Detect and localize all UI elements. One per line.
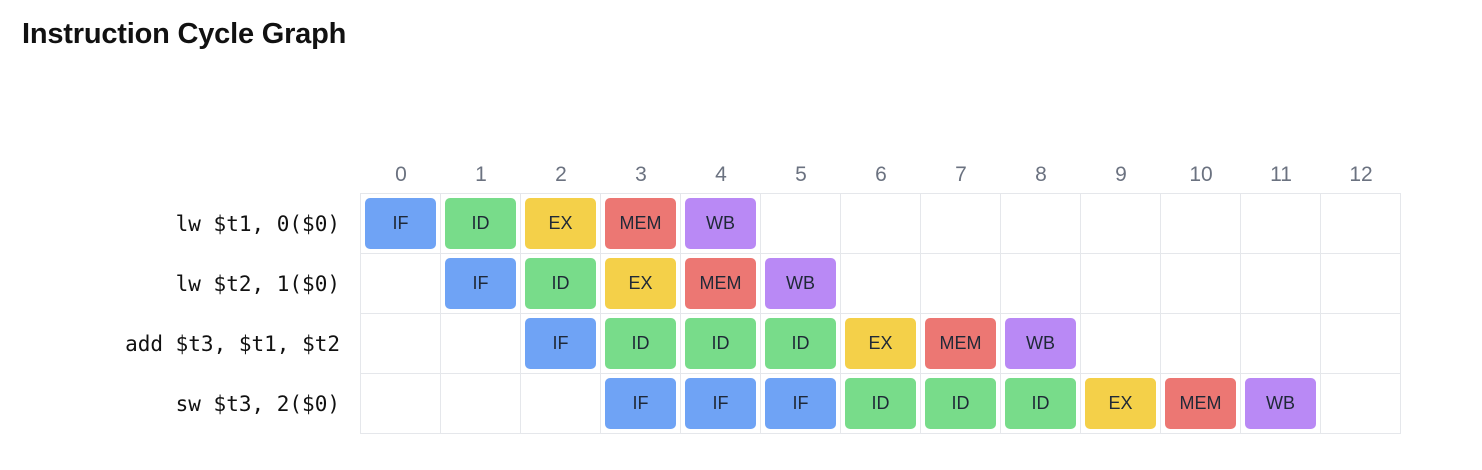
- stage-chip-if: IF: [525, 318, 596, 369]
- stage-chip-wb: WB: [1005, 318, 1076, 369]
- cycle-header: 10: [1189, 163, 1213, 186]
- stage-chip-if: IF: [765, 378, 836, 429]
- grid-cell: ID: [441, 194, 521, 254]
- stage-chip-id: ID: [765, 318, 836, 369]
- grid-cell: MEM: [1161, 374, 1241, 434]
- grid-cell: [1161, 314, 1241, 374]
- stage-chip-wb: WB: [1245, 378, 1316, 429]
- grid-cell: [441, 314, 521, 374]
- stage-chip-id: ID: [445, 198, 516, 249]
- grid-cell: [1241, 254, 1321, 314]
- cycle-header-row: 0 1 2 3 4 5 6 7 8 9 10 11 12: [361, 160, 1401, 190]
- stage-chip-if: IF: [445, 258, 516, 309]
- cycle-header: 3: [635, 163, 647, 186]
- stage-chip-wb: WB: [765, 258, 836, 309]
- grid-cell: [1001, 254, 1081, 314]
- grid-cell: ID: [841, 374, 921, 434]
- stage-chip-if: IF: [605, 378, 676, 429]
- cycle-header: 5: [795, 163, 807, 186]
- grid-cell: WB: [761, 254, 841, 314]
- cycle-header: 1: [475, 163, 487, 186]
- grid-cell: [1321, 374, 1401, 434]
- grid-cell: [921, 254, 1001, 314]
- grid-cell: [521, 374, 601, 434]
- grid-cell: [1321, 194, 1401, 254]
- cycle-header: 12: [1349, 163, 1373, 186]
- grid-cell: EX: [521, 194, 601, 254]
- page-title: Instruction Cycle Graph: [22, 18, 347, 50]
- grid-cell: [361, 374, 441, 434]
- cycle-header: 9: [1115, 163, 1127, 186]
- grid-cell: WB: [1241, 374, 1321, 434]
- cycle-header: 8: [1035, 163, 1047, 186]
- stage-chip-wb: WB: [685, 198, 756, 249]
- grid-cell: [1081, 314, 1161, 374]
- grid-cell: [1081, 254, 1161, 314]
- grid-cell: ID: [681, 314, 761, 374]
- grid-cell: [1001, 194, 1081, 254]
- grid-cell: [361, 254, 441, 314]
- grid-cell: ID: [761, 314, 841, 374]
- grid-cell: IF: [681, 374, 761, 434]
- stage-chip-id: ID: [845, 378, 916, 429]
- grid-cell: EX: [1081, 374, 1161, 434]
- instruction-label: lw $t1, 0($0): [175, 212, 340, 236]
- pipeline-grid: IF ID EX MEM WB IF ID EX MEM WB IF ID ID ID EX MEM WB IF I…: [360, 193, 1401, 434]
- grid-cell: WB: [1001, 314, 1081, 374]
- stage-chip-id: ID: [685, 318, 756, 369]
- stage-chip-id: ID: [925, 378, 996, 429]
- grid-cell: MEM: [921, 314, 1001, 374]
- grid-cell: IF: [761, 374, 841, 434]
- stage-chip-ex: EX: [605, 258, 676, 309]
- stage-chip-mem: MEM: [685, 258, 756, 309]
- stage-chip-id: ID: [605, 318, 676, 369]
- instruction-label: add $t3, $t1, $t2: [125, 332, 340, 356]
- stage-chip-ex: EX: [525, 198, 596, 249]
- grid-cell: [441, 374, 521, 434]
- stage-chip-id: ID: [525, 258, 596, 309]
- stage-chip-mem: MEM: [605, 198, 676, 249]
- grid-cell: [1161, 194, 1241, 254]
- cycle-header: 2: [555, 163, 567, 186]
- stage-chip-mem: MEM: [1165, 378, 1236, 429]
- instruction-labels: lw $t1, 0($0) lw $t2, 1($0) add $t3, $t1, …: [0, 194, 340, 434]
- stage-chip-if: IF: [685, 378, 756, 429]
- grid-cell: [761, 194, 841, 254]
- cycle-header: 0: [395, 163, 407, 186]
- cycle-header: 4: [715, 163, 727, 186]
- grid-cell: [841, 254, 921, 314]
- grid-cell: IF: [601, 374, 681, 434]
- stage-chip-ex: EX: [1085, 378, 1156, 429]
- grid-cell: WB: [681, 194, 761, 254]
- grid-cell: ID: [521, 254, 601, 314]
- cycle-header: 11: [1270, 163, 1292, 186]
- grid-cell: EX: [601, 254, 681, 314]
- grid-cell: [921, 194, 1001, 254]
- grid-cell: [1241, 194, 1321, 254]
- grid-cell: [1241, 314, 1321, 374]
- grid-cell: ID: [1001, 374, 1081, 434]
- grid-cell: IF: [441, 254, 521, 314]
- instruction-label: sw $t3, 2($0): [175, 392, 340, 416]
- instruction-label: lw $t2, 1($0): [175, 272, 340, 296]
- grid-cell: [1321, 314, 1401, 374]
- grid-cell: [361, 314, 441, 374]
- cycle-header: 7: [955, 163, 967, 186]
- grid-cell: MEM: [681, 254, 761, 314]
- grid-cell: IF: [521, 314, 601, 374]
- grid-cell: [1321, 254, 1401, 314]
- grid-cell: [841, 194, 921, 254]
- stage-chip-ex: EX: [845, 318, 916, 369]
- grid-cell: EX: [841, 314, 921, 374]
- grid-cell: [1161, 254, 1241, 314]
- stage-chip-mem: MEM: [925, 318, 996, 369]
- grid-cell: IF: [361, 194, 441, 254]
- grid-cell: [1081, 194, 1161, 254]
- grid-cell: MEM: [601, 194, 681, 254]
- grid-cell: ID: [601, 314, 681, 374]
- cycle-header: 6: [875, 163, 887, 186]
- stage-chip-id: ID: [1005, 378, 1076, 429]
- stage-chip-if: IF: [365, 198, 436, 249]
- grid-cell: ID: [921, 374, 1001, 434]
